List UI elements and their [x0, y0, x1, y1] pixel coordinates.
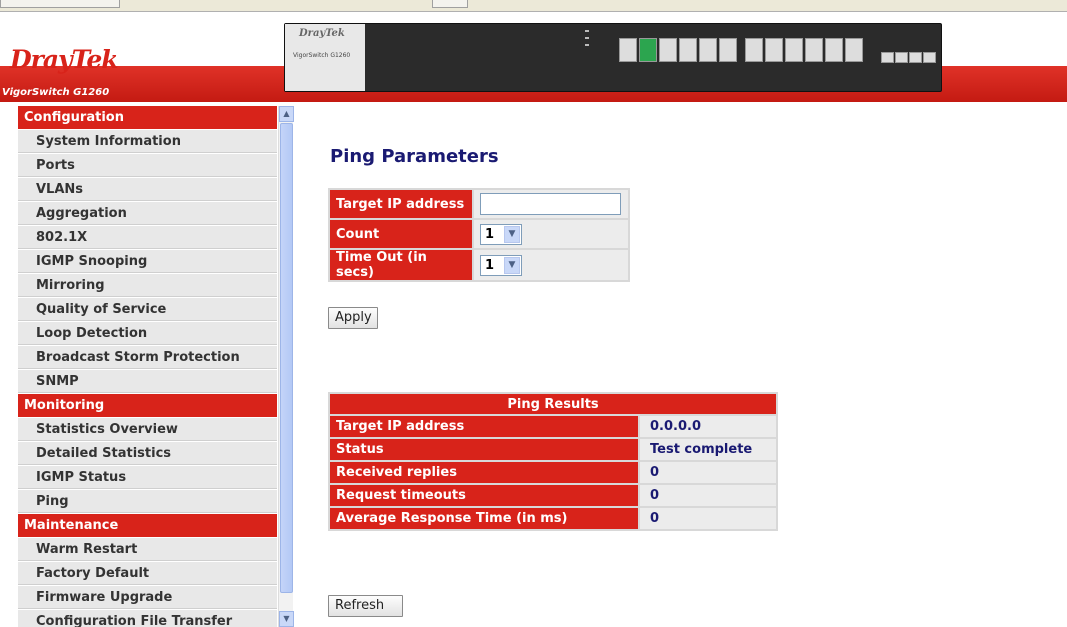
switch-port-icon	[805, 38, 823, 62]
chevron-down-icon[interactable]: ▼	[504, 256, 520, 274]
sidebar-item-quality-of-service[interactable]: Quality of Service	[18, 298, 277, 321]
sfp-port-icon	[909, 52, 922, 63]
result-value: 0	[640, 508, 776, 529]
sidebar-item-vlans[interactable]: VLANs	[18, 178, 277, 201]
sidebar-item-configuration-file-transfer[interactable]: Configuration File Transfer	[18, 610, 277, 627]
sidebar-item-mirroring[interactable]: Mirroring	[18, 274, 277, 297]
sidebar-item-snmp[interactable]: SNMP	[18, 370, 277, 393]
table-row: Received replies 0	[330, 462, 776, 483]
sidebar-item-factory-default[interactable]: Factory Default	[18, 562, 277, 585]
sidebar-item-802-1x[interactable]: 802.1X	[18, 226, 277, 249]
result-label: Status	[330, 439, 638, 460]
switch-port-icon	[745, 38, 763, 62]
switch-port-icon	[659, 38, 677, 62]
target-ip-row: Target IP address	[330, 190, 628, 218]
table-row: Target IP address 0.0.0.0	[330, 416, 776, 437]
sidebar-item-statistics-overview[interactable]: Statistics Overview	[18, 418, 277, 441]
result-label: Target IP address	[330, 416, 638, 437]
status-leds	[585, 30, 601, 60]
timeout-cell: 1 ▼	[474, 250, 628, 280]
timeout-select[interactable]: 1 ▼	[480, 254, 522, 276]
menu-section-maintenance[interactable]: Maintenance	[18, 514, 277, 537]
result-label: Request timeouts	[330, 485, 638, 506]
target-ip-label: Target IP address	[330, 190, 472, 218]
sidebar-item-igmp-snooping[interactable]: IGMP Snooping	[18, 250, 277, 273]
sidebar-menu: Configuration System Information Ports VLAN…	[18, 106, 277, 627]
timeout-row: Time Out (in secs) 1 ▼	[330, 250, 628, 280]
switch-nameplate: DrayTek VigorSwitch G1260	[285, 24, 365, 91]
result-value: 0	[640, 485, 776, 506]
sidebar-item-firmware-upgrade[interactable]: Firmware Upgrade	[18, 586, 277, 609]
result-value: Test complete	[640, 439, 776, 460]
switch-port-icon	[825, 38, 843, 62]
result-value: 0.0.0.0	[640, 416, 776, 437]
result-label: Received replies	[330, 462, 638, 483]
ping-parameters-table: Target IP address Count 1 ▼ Time Out (in …	[328, 188, 630, 282]
sidebar-item-detailed-statistics[interactable]: Detailed Statistics	[18, 442, 277, 465]
draytek-logo: DrayTek	[10, 45, 119, 74]
sfp-port-icon	[923, 52, 936, 63]
count-cell: 1 ▼	[474, 220, 628, 248]
sidebar-item-system-information[interactable]: System Information	[18, 130, 277, 153]
count-select[interactable]: 1 ▼	[480, 223, 522, 245]
switch-port-icon	[619, 38, 637, 62]
browser-top-edge	[0, 0, 1067, 12]
switch-port-icon	[785, 38, 803, 62]
menu-section-configuration[interactable]: Configuration	[18, 106, 277, 129]
target-ip-input[interactable]	[480, 193, 621, 215]
timeout-label: Time Out (in secs)	[330, 250, 472, 280]
browser-tab-left	[0, 0, 120, 8]
scroll-up-arrow-icon[interactable]: ▲	[279, 106, 294, 122]
page-title: Ping Parameters	[330, 146, 499, 167]
apply-button[interactable]: Apply	[328, 307, 378, 329]
sidebar-scrollbar[interactable]: ▲ ▼	[278, 106, 294, 627]
sidebar-item-igmp-status[interactable]: IGMP Status	[18, 466, 277, 489]
sidebar-item-ping[interactable]: Ping	[18, 490, 277, 513]
sfp-port-icon	[895, 52, 908, 63]
switch-front-panel-image: DrayTek VigorSwitch G1260	[284, 23, 942, 92]
sfp-port-icon	[881, 52, 894, 63]
sidebar-item-aggregation[interactable]: Aggregation	[18, 202, 277, 225]
target-ip-cell	[474, 190, 628, 218]
main-content: Ping Parameters Target IP address Count …	[294, 106, 1067, 627]
result-value: 0	[640, 462, 776, 483]
table-row: Request timeouts 0	[330, 485, 776, 506]
scroll-thumb[interactable]	[280, 123, 293, 593]
switch-ports	[619, 38, 936, 66]
sidebar-item-broadcast-storm-protection[interactable]: Broadcast Storm Protection	[18, 346, 277, 369]
nameplate-model: VigorSwitch G1260	[293, 52, 351, 59]
count-row: Count 1 ▼	[330, 220, 628, 248]
nameplate-logo: DrayTek	[299, 28, 345, 39]
switch-port-icon	[765, 38, 783, 62]
menu-section-monitoring[interactable]: Monitoring	[18, 394, 277, 417]
switch-port-icon	[719, 38, 737, 62]
table-row: Status Test complete	[330, 439, 776, 460]
result-label: Average Response Time (in ms)	[330, 508, 638, 529]
count-label: Count	[330, 220, 472, 248]
table-row: Average Response Time (in ms) 0	[330, 508, 776, 529]
ping-results-header: Ping Results	[330, 394, 776, 414]
switch-port-icon	[679, 38, 697, 62]
sidebar-item-warm-restart[interactable]: Warm Restart	[18, 538, 277, 561]
switch-port-icon	[845, 38, 863, 62]
refresh-button[interactable]: Refresh	[328, 595, 403, 617]
count-selected-value: 1	[485, 226, 495, 242]
scroll-down-arrow-icon[interactable]: ▼	[279, 611, 294, 627]
sidebar-item-loop-detection[interactable]: Loop Detection	[18, 322, 277, 345]
switch-port-icon	[699, 38, 717, 62]
switch-port-icon	[639, 38, 657, 62]
browser-tab-right	[432, 0, 468, 8]
ping-results-table: Ping Results Target IP address 0.0.0.0 St…	[328, 392, 778, 531]
sidebar-item-ports[interactable]: Ports	[18, 154, 277, 177]
chevron-down-icon[interactable]: ▼	[504, 225, 520, 243]
timeout-selected-value: 1	[485, 257, 495, 273]
model-name: VigorSwitch G1260	[2, 87, 110, 98]
